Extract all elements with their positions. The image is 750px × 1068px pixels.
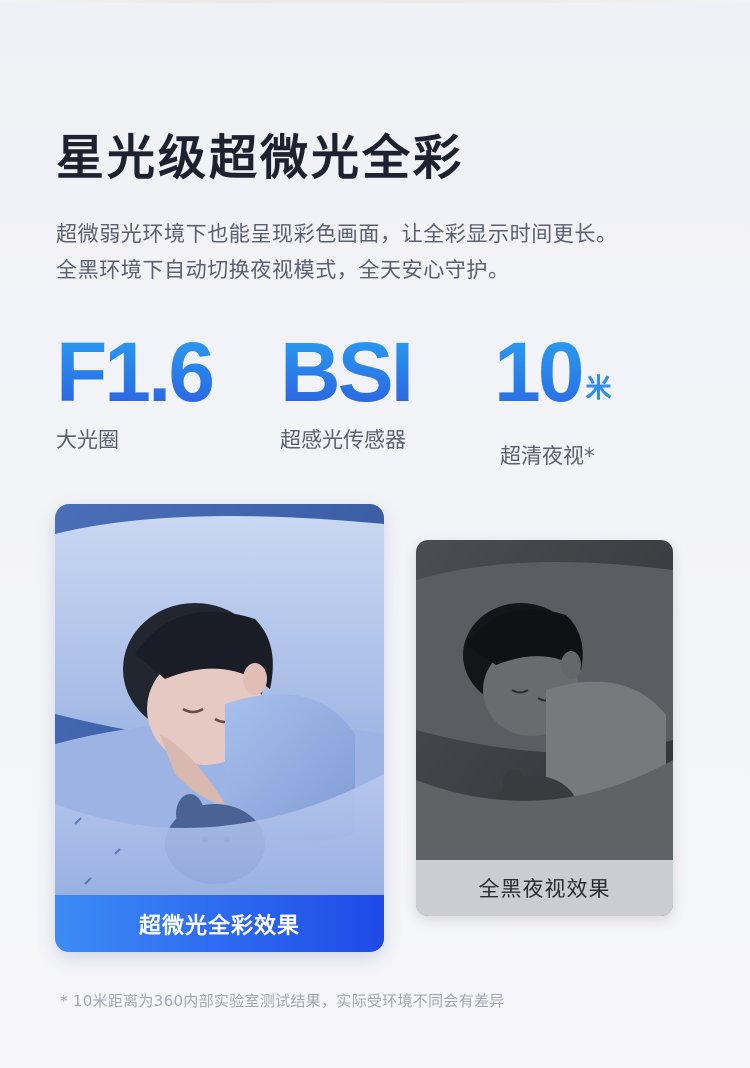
spec-night-vision-label: 超清夜视* [500,444,595,468]
spec-sensor-label: 超感光传感器 [280,428,406,452]
spec-sensor-value: BSI [280,325,412,419]
spec-aperture-value: F1.6 [56,325,213,419]
spec-night-vision-unit: 米 [585,373,612,403]
spec-aperture: F1.6 大光圈 [56,330,212,454]
spec-night-vision: 10 米 超清夜视* [494,330,611,470]
color-night-card: 超微光全彩效果 [55,504,384,952]
bw-night-card: 全黑夜视效果 [416,540,673,916]
spec-night-vision-value: 10 米 [494,330,611,430]
spec-sensor: BSI 超感光传感器 [280,330,411,454]
spec-aperture-label: 大光圈 [56,428,119,452]
description-line-2: 全黑环境下自动切换夜视模式，全天安心守护。 [56,258,510,282]
description-line-1: 超微弱光环境下也能呈现彩色画面，让全彩显示时间更长。 [56,222,618,246]
color-night-caption: 超微光全彩效果 [55,895,384,952]
product-feature-page: 星光级超微光全彩 超微弱光环境下也能呈现彩色画面，让全彩显示时间更长。 全黑环境… [0,0,750,1068]
test-disclaimer: * 10米距离为360内部实验室测试结果，实际受环境不同会有差异 [60,992,505,1010]
page-title: 星光级超微光全彩 [56,130,465,186]
top-divider [0,0,750,3]
sleeping-child-color-image [55,504,384,952]
bw-night-caption: 全黑夜视效果 [416,860,673,916]
